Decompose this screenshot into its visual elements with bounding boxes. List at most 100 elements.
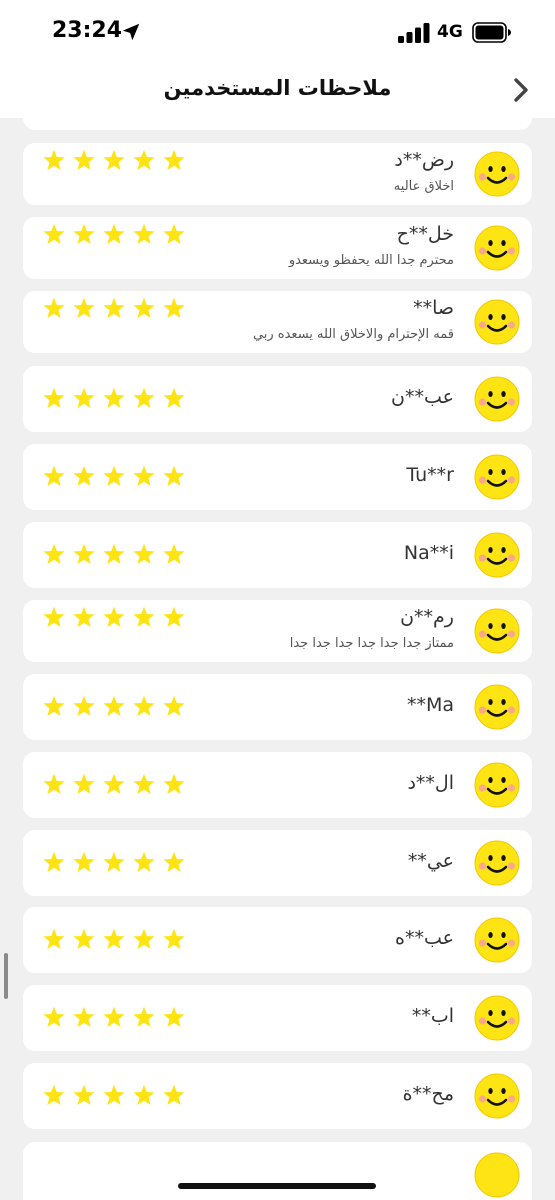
location-arrow-icon — [122, 23, 140, 41]
reviewer-name: مح**ة — [402, 1083, 454, 1105]
review-card: ال**د — [23, 752, 532, 818]
star-rating — [41, 694, 191, 720]
reviewer-name: خل**ح — [396, 223, 454, 245]
review-card: Na**i — [23, 522, 532, 588]
review-card: رض**د اخلاق عاليه — [23, 143, 532, 205]
smiley-face-icon — [474, 608, 520, 654]
star-icon — [133, 223, 155, 244]
star-rating — [41, 148, 191, 174]
chevron-right-icon[interactable] — [507, 76, 535, 104]
star-icon — [133, 1006, 155, 1027]
star-icon — [163, 387, 185, 408]
star-icon — [163, 606, 185, 627]
nav-bar: ملاحظات المستخدمين — [0, 62, 555, 118]
review-comment: محترم جدا الله يحفظو ويسعدو — [288, 253, 454, 268]
reviewer-name: عي** — [407, 850, 454, 872]
star-icon — [103, 387, 125, 408]
star-icon — [103, 1006, 125, 1027]
star-icon — [73, 773, 95, 794]
star-icon — [43, 851, 65, 872]
star-icon — [163, 695, 185, 716]
review-comment: ممتاز جدا جدا جدا جدا جدا جدا — [289, 636, 454, 651]
star-icon — [43, 1006, 65, 1027]
smiley-face-icon — [474, 995, 520, 1041]
star-icon — [73, 851, 95, 872]
star-icon — [43, 773, 65, 794]
smiley-face-icon — [474, 1073, 520, 1119]
star-icon — [103, 928, 125, 949]
smiley-face-icon — [474, 532, 520, 578]
reviewer-name: ال**د — [407, 772, 454, 794]
star-icon — [103, 223, 125, 244]
reviewer-name: Na**i — [403, 542, 454, 564]
star-icon — [163, 223, 185, 244]
reviewer-name: اب** — [411, 1005, 454, 1027]
star-icon — [133, 851, 155, 872]
star-icon — [103, 851, 125, 872]
smiley-face-icon — [474, 917, 520, 963]
star-icon — [163, 465, 185, 486]
status-bar: 23:24 4G — [0, 0, 555, 62]
home-indicator[interactable] — [178, 1183, 376, 1189]
review-card-partial-top — [23, 118, 532, 130]
star-icon — [163, 1006, 185, 1027]
star-icon — [163, 851, 185, 872]
star-icon — [163, 297, 185, 318]
star-icon — [133, 297, 155, 318]
star-rating — [41, 386, 191, 412]
star-icon — [133, 387, 155, 408]
star-rating — [41, 1083, 191, 1109]
page-title: ملاحظات المستخدمين — [163, 76, 392, 100]
smiley-face-icon — [474, 1152, 520, 1198]
reviewer-name: عب**ه — [395, 927, 454, 949]
scroll-indicator[interactable] — [4, 953, 8, 999]
smiley-face-icon — [474, 376, 520, 422]
star-icon — [73, 695, 95, 716]
star-icon — [103, 149, 125, 170]
smiley-face-icon — [474, 299, 520, 345]
network-type: 4G — [437, 22, 463, 42]
reviewer-name: صا** — [413, 297, 454, 319]
review-card: مح**ة — [23, 1063, 532, 1129]
star-icon — [133, 773, 155, 794]
star-icon — [73, 223, 95, 244]
star-icon — [73, 297, 95, 318]
star-rating — [41, 927, 191, 953]
cellular-signal-icon — [398, 23, 430, 43]
star-rating — [41, 772, 191, 798]
reviewer-name: رض**د — [394, 149, 454, 171]
star-icon — [43, 928, 65, 949]
star-icon — [103, 543, 125, 564]
star-icon — [133, 465, 155, 486]
review-card: عب**ن — [23, 366, 532, 432]
star-icon — [73, 387, 95, 408]
star-icon — [73, 149, 95, 170]
star-icon — [163, 1084, 185, 1105]
star-icon — [133, 543, 155, 564]
star-rating — [41, 222, 191, 248]
star-icon — [103, 465, 125, 486]
reviewer-name: Ma** — [406, 694, 454, 716]
star-icon — [133, 695, 155, 716]
reviewer-name: Tu**r — [406, 464, 454, 486]
review-card: صا** قمه الإحترام والاخلاق الله يسعده ربي — [23, 291, 532, 353]
star-icon — [133, 928, 155, 949]
reviews-list[interactable]: رض**د اخلاق عاليه خل**ح محترم جدا الله يحفظ… — [0, 118, 555, 1200]
review-comment: قمه الإحترام والاخلاق الله يسعده ربي — [252, 327, 454, 342]
reviewer-name: عب**ن — [391, 386, 454, 408]
star-icon — [43, 465, 65, 486]
star-icon — [103, 297, 125, 318]
star-icon — [103, 773, 125, 794]
review-card-partial-bottom — [23, 1142, 532, 1200]
star-icon — [163, 543, 185, 564]
review-card: عي** — [23, 830, 532, 896]
star-icon — [43, 543, 65, 564]
star-icon — [43, 223, 65, 244]
star-icon — [163, 928, 185, 949]
review-comment: اخلاق عاليه — [393, 179, 454, 194]
star-rating — [41, 296, 191, 322]
star-icon — [133, 1084, 155, 1105]
star-rating — [41, 542, 191, 568]
star-icon — [73, 543, 95, 564]
smiley-face-icon — [474, 762, 520, 808]
